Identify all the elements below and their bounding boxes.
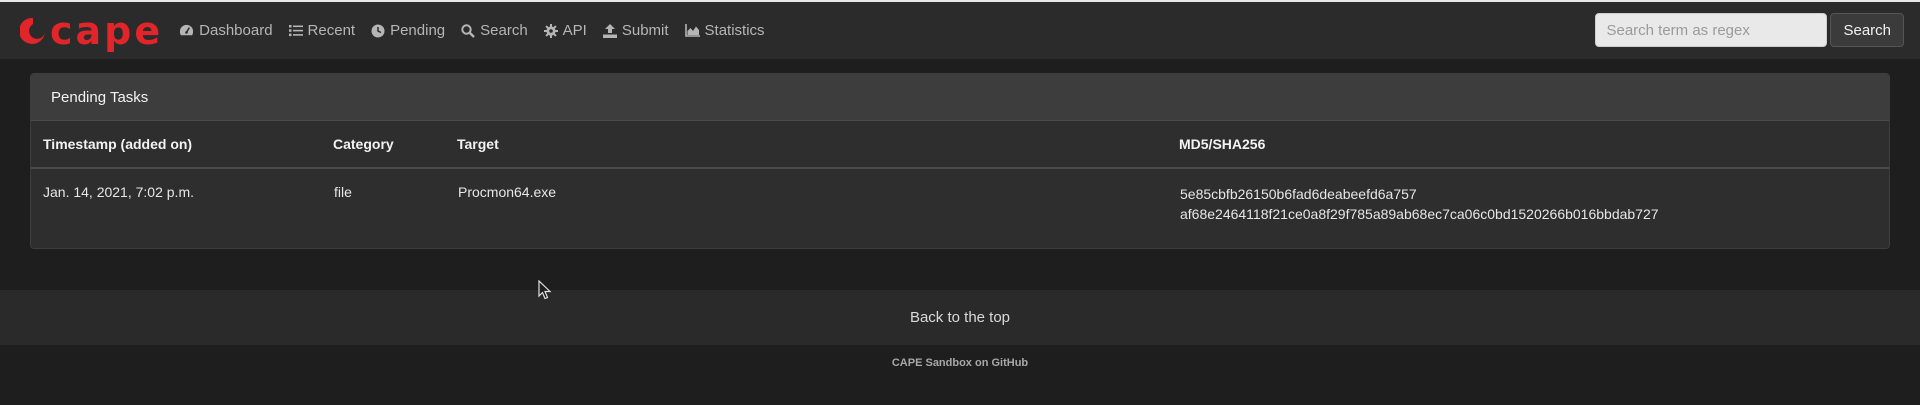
- column-header-hash: MD5/SHA256: [1179, 121, 1889, 169]
- gear-icon: [543, 23, 558, 38]
- cell-timestamp: Jan. 14, 2021, 7:02 p.m.: [43, 184, 194, 200]
- nav-item-api[interactable]: API: [543, 22, 587, 39]
- cell-hashes: 5e85cbfb26150b6fad6deabeefd6a757 af68e24…: [1179, 168, 1889, 234]
- cape-logo-icon: [20, 17, 45, 44]
- clock-icon: [371, 24, 385, 37]
- github-link[interactable]: CAPE Sandbox on GitHub: [0, 357, 1920, 369]
- navbar: cape Dashboard Recent Pending Search API…: [0, 0, 1920, 59]
- nav-item-recent[interactable]: Recent: [288, 22, 356, 39]
- nav-label: Statistics: [704, 22, 765, 39]
- navbar-search: Search: [1595, 13, 1904, 47]
- nav-label: API: [562, 22, 587, 39]
- search-icon: [461, 23, 475, 38]
- panel-title: Pending Tasks: [31, 74, 1889, 121]
- nav-label: Submit: [621, 22, 669, 39]
- column-header-timestamp: Timestamp (added on): [31, 121, 333, 169]
- nav-item-submit[interactable]: Submit: [602, 22, 669, 39]
- brand-logo[interactable]: cape: [20, 12, 163, 50]
- pending-tasks-panel: Pending Tasks Timestamp (added on) Categ…: [30, 73, 1890, 249]
- nav-item-dashboard[interactable]: Dashboard: [179, 22, 273, 39]
- cell-category: file: [334, 184, 352, 200]
- sha256-hash: af68e2464118f21ce0a8f29f785a89ab68ec7ca0…: [1180, 206, 1659, 222]
- back-to-top-link[interactable]: Back to the top: [0, 290, 1920, 345]
- pending-tasks-table: Timestamp (added on) Category Target MD5…: [31, 121, 1889, 234]
- nav-item-statistics[interactable]: Statistics: [684, 22, 765, 39]
- search-input[interactable]: [1595, 13, 1828, 47]
- cell-target: Procmon64.exe: [458, 184, 557, 200]
- nav-menu: Dashboard Recent Pending Search API Subm…: [179, 22, 780, 39]
- nav-label: Recent: [307, 22, 356, 39]
- nav-label: Pending: [390, 22, 446, 39]
- search-button[interactable]: Search: [1830, 13, 1904, 47]
- nav-item-pending[interactable]: Pending: [371, 22, 445, 39]
- column-header-target: Target: [457, 121, 1179, 169]
- list-icon: [288, 25, 303, 37]
- table-row[interactable]: Jan. 14, 2021, 7:02 p.m. file Procmon64.…: [31, 168, 1889, 234]
- dashboard-icon: [180, 24, 194, 36]
- brand-name: cape: [50, 8, 164, 53]
- mouse-cursor-icon: [538, 280, 552, 300]
- column-header-category: Category: [333, 121, 457, 169]
- nav-label: Dashboard: [199, 22, 273, 39]
- nav-label: Search: [480, 22, 528, 39]
- md5-hash: 5e85cbfb26150b6fad6deabeefd6a757: [1180, 186, 1417, 202]
- table-header-row: Timestamp (added on) Category Target MD5…: [31, 121, 1889, 169]
- area-chart-icon: [684, 24, 700, 37]
- upload-icon: [602, 23, 617, 38]
- nav-item-search[interactable]: Search: [461, 22, 528, 39]
